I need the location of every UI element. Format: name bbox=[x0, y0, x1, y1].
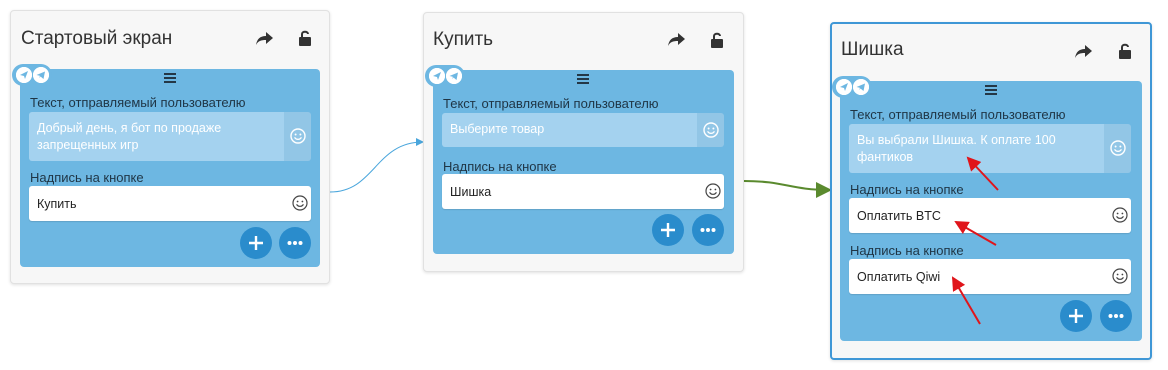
drag-handle-icon[interactable] bbox=[163, 71, 177, 85]
button-caption-text: Купить bbox=[37, 197, 77, 211]
share-icon[interactable] bbox=[255, 28, 275, 48]
channel-badges bbox=[12, 64, 52, 86]
unlock-icon[interactable] bbox=[707, 30, 727, 50]
button-label: Надпись на кнопке bbox=[443, 159, 557, 174]
channel-badges bbox=[425, 65, 465, 87]
connector-start-to-buy bbox=[329, 138, 424, 193]
emoji-icon[interactable] bbox=[705, 183, 721, 199]
channel-badges bbox=[832, 76, 872, 98]
navigation-icon bbox=[16, 67, 32, 83]
message-field[interactable]: Выберите товар bbox=[442, 113, 724, 147]
card-title: Шишка bbox=[841, 39, 904, 60]
emoji-icon[interactable] bbox=[1112, 268, 1128, 284]
emoji-icon[interactable] bbox=[292, 195, 308, 211]
button-label: Надпись на кнопке bbox=[30, 170, 144, 185]
drag-handle-icon[interactable] bbox=[984, 83, 998, 97]
message-field[interactable]: Вы выбрали Шишка. К оплате 100 фантиков bbox=[849, 124, 1131, 173]
add-button[interactable] bbox=[652, 214, 684, 246]
button-caption-text: Оплатить Qiwi bbox=[857, 270, 941, 284]
card-title: Стартовый экран bbox=[21, 28, 173, 49]
button-caption-field[interactable]: Оплатить Qiwi bbox=[849, 259, 1131, 294]
block-card-buy[interactable]: Купить Текст, отправляемый пользователю … bbox=[423, 12, 744, 272]
more-button[interactable] bbox=[1100, 300, 1132, 332]
emoji-icon bbox=[703, 122, 719, 138]
emoji-icon bbox=[1110, 140, 1126, 156]
unlock-icon[interactable] bbox=[1115, 41, 1135, 61]
add-button[interactable] bbox=[240, 227, 272, 259]
message-text: Вы выбрали Шишка. К оплате 100 фантиков bbox=[857, 133, 1056, 164]
message-text: Добрый день, я бот по продаже запрещенны… bbox=[37, 121, 222, 152]
card-title: Купить bbox=[433, 29, 494, 50]
more-button[interactable] bbox=[279, 227, 311, 259]
emoji-icon bbox=[290, 128, 306, 144]
message-text: Выберите товар bbox=[450, 122, 545, 136]
button-label: Надпись на кнопке bbox=[850, 182, 964, 197]
button-caption-field[interactable]: Шишка bbox=[442, 174, 724, 209]
message-emoji-button[interactable] bbox=[284, 112, 311, 161]
share-icon[interactable] bbox=[1074, 41, 1094, 61]
emoji-icon[interactable] bbox=[1112, 207, 1128, 223]
telegram-icon bbox=[853, 79, 869, 95]
navigation-icon bbox=[836, 79, 852, 95]
unlock-icon[interactable] bbox=[295, 28, 315, 48]
more-button[interactable] bbox=[692, 214, 724, 246]
block-card-start[interactable]: Стартовый экран Текст, отправляемый поль… bbox=[10, 10, 330, 284]
navigation-icon bbox=[429, 68, 445, 84]
block-card-shishka[interactable]: Шишка Текст, отправляемый пользователю В… bbox=[830, 22, 1152, 360]
message-field[interactable]: Добрый день, я бот по продаже запрещенны… bbox=[29, 112, 311, 161]
message-label: Текст, отправляемый пользователю bbox=[443, 96, 659, 111]
share-icon[interactable] bbox=[667, 29, 687, 49]
telegram-icon bbox=[33, 67, 49, 83]
button-caption-text: Шишка bbox=[450, 185, 492, 199]
button-caption-field[interactable]: Купить bbox=[29, 186, 311, 221]
step-panel: Текст, отправляемый пользователю Вы выбр… bbox=[832, 76, 1142, 341]
add-button[interactable] bbox=[1060, 300, 1092, 332]
button-caption-field[interactable]: Оплатить BTC bbox=[849, 198, 1131, 233]
message-emoji-button[interactable] bbox=[1104, 124, 1131, 173]
step-panel: Текст, отправляемый пользователю Выберит… bbox=[425, 65, 734, 254]
step-panel: Текст, отправляемый пользователю Добрый … bbox=[12, 64, 320, 267]
connector-buy-to-shishka bbox=[743, 180, 832, 198]
button-caption-text: Оплатить BTC bbox=[857, 209, 941, 223]
drag-handle-icon[interactable] bbox=[576, 72, 590, 86]
message-emoji-button[interactable] bbox=[697, 113, 724, 147]
message-label: Текст, отправляемый пользователю bbox=[30, 95, 246, 110]
message-label: Текст, отправляемый пользователю bbox=[850, 107, 1066, 122]
telegram-icon bbox=[446, 68, 462, 84]
button-label: Надпись на кнопке bbox=[850, 243, 964, 258]
